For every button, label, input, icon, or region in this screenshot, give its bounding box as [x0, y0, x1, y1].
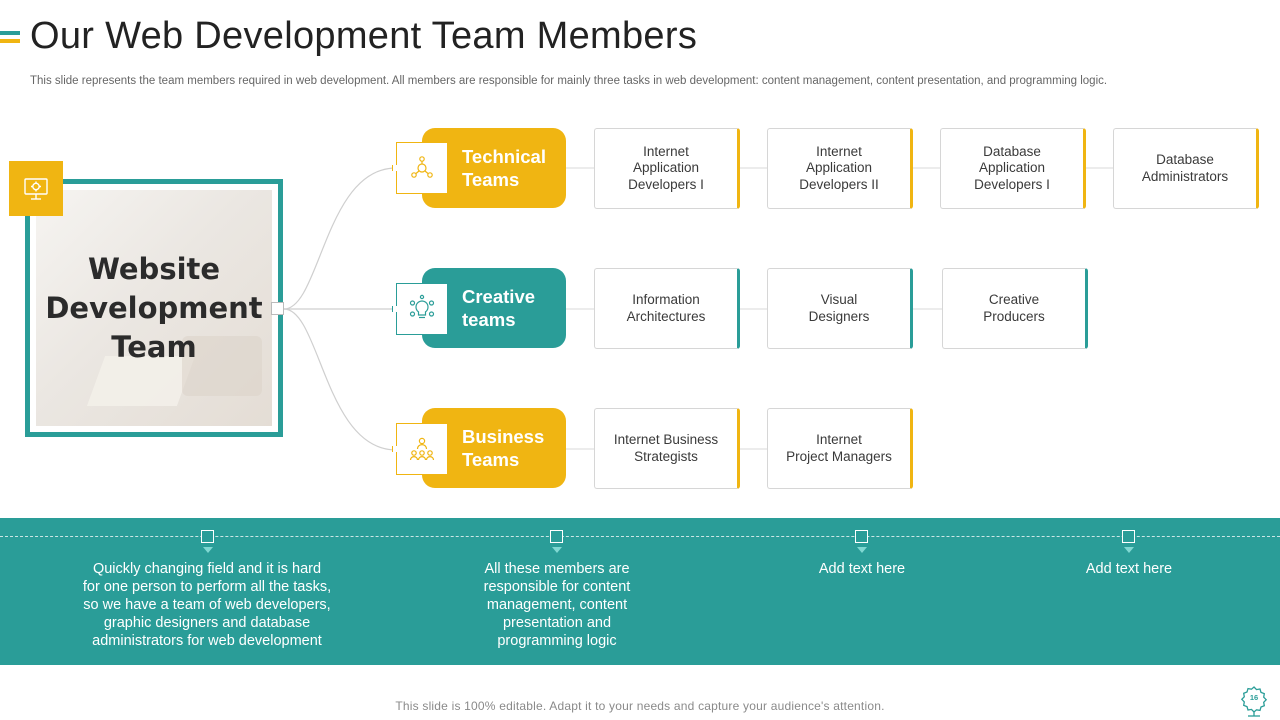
note-4-marker: [1122, 530, 1135, 543]
page-title: Our Web Development Team Members: [30, 15, 698, 57]
member-internet-business-strategists[interactable]: Internet Business Strategists: [594, 408, 740, 489]
member-visual-designers[interactable]: Visual Designers: [767, 268, 913, 349]
member-creative-producers[interactable]: Creative Producers: [942, 268, 1088, 349]
member-database-app-dev-1[interactable]: Database Application Developers I: [940, 128, 1086, 209]
team-creative-label: Creative teams: [462, 286, 536, 330]
note-2-text[interactable]: All these members are responsible for co…: [422, 560, 692, 650]
note-4-arrow-icon: [1124, 547, 1134, 553]
member-database-admins[interactable]: Database Administrators: [1113, 128, 1259, 209]
member-internet-project-managers[interactable]: Internet Project Managers: [767, 408, 913, 489]
team-hierarchy-icon: [393, 423, 448, 475]
page-number: 16: [1249, 693, 1259, 702]
monitor-gear-icon: [9, 161, 63, 216]
note-1-arrow-icon: [203, 547, 213, 553]
note-1-text[interactable]: Quickly changing field and it is hard fo…: [72, 560, 342, 650]
member-internet-app-dev-1[interactable]: Internet Application Developers I: [594, 128, 740, 209]
hero-label: Website Development Team: [45, 251, 263, 364]
lightbulb-idea-icon: [393, 283, 448, 335]
footer-note: This slide is 100% editable. Adapt it to…: [395, 699, 885, 713]
hero-card: Website Development Team: [25, 179, 283, 437]
note-3-marker: [855, 530, 868, 543]
team-technical-label: Technical Teams: [462, 146, 546, 190]
note-3-arrow-icon: [857, 547, 867, 553]
notes-dashed-line: [0, 536, 1280, 537]
note-1-marker: [201, 530, 214, 543]
member-information-architectures[interactable]: Information Architectures: [594, 268, 740, 349]
note-3-text[interactable]: Add text here: [727, 560, 997, 578]
title-accent-bars: [0, 31, 20, 45]
page-subtitle: This slide represents the team members r…: [30, 75, 1108, 87]
member-internet-app-dev-2[interactable]: Internet Application Developers II: [767, 128, 913, 209]
notes-band: Quickly changing field and it is hard fo…: [0, 518, 1280, 665]
note-4-text[interactable]: Add text here: [994, 560, 1264, 578]
page-number-badge: 16: [1237, 685, 1271, 717]
note-2-marker: [550, 530, 563, 543]
team-business-label: Business Teams: [462, 426, 545, 470]
hero-photo-background: Website Development Team: [36, 190, 272, 426]
hero-connector-node: [271, 302, 284, 315]
network-people-icon: [393, 142, 448, 194]
note-2-arrow-icon: [552, 547, 562, 553]
